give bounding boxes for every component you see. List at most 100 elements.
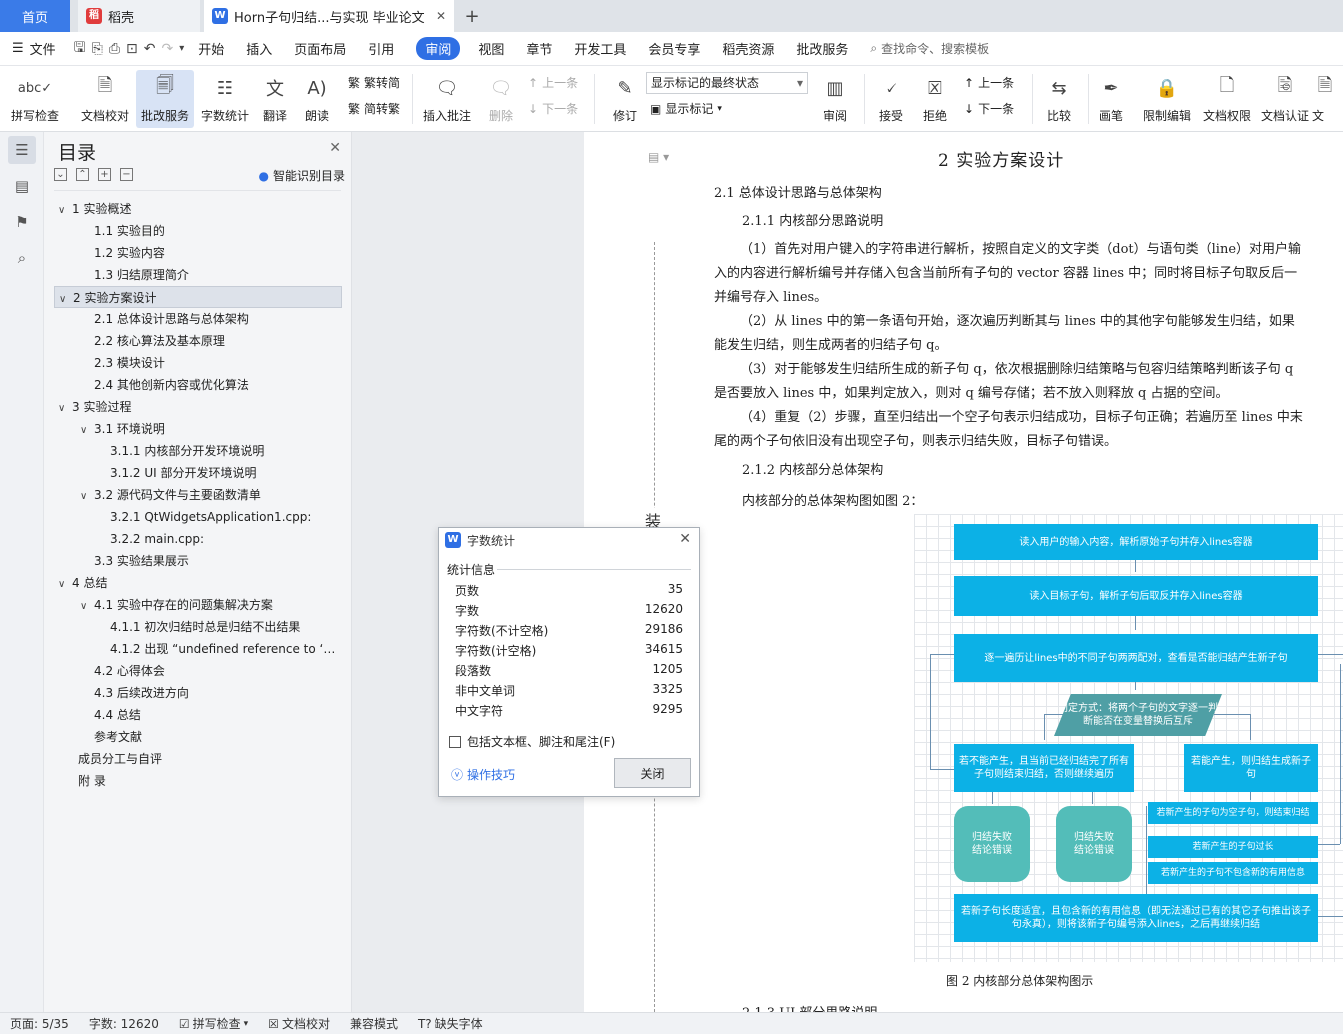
tab-developer[interactable]: 开发工具 <box>574 37 626 60</box>
tab-daoke[interactable]: 稻 稻壳 <box>78 0 200 32</box>
review-service-button[interactable]: 🗐 批改服务 <box>136 70 194 128</box>
toc-item[interactable]: 3.1.1 内核部分开发环境说明 <box>54 440 342 462</box>
tab-document[interactable]: W Horn子句归结...与实现 毕业论文 ✕ <box>204 0 454 32</box>
close-icon[interactable]: ✕ <box>329 140 341 156</box>
new-tab-button[interactable]: + <box>460 0 484 32</box>
toc-item[interactable]: ∨ 4 总结 <box>54 572 342 594</box>
doc-check-button[interactable]: 🗎 文档校对 <box>76 70 134 128</box>
chevron-down-icon[interactable]: ▾ <box>179 43 184 54</box>
missing-font-status[interactable]: T? 缺失字体 <box>418 1015 483 1032</box>
toc-item[interactable]: 4.1.2 出现 “undefined reference to ‘vt... <box>54 638 342 660</box>
prev-change-button[interactable]: ↑ 上一条 <box>964 74 1014 91</box>
toc-item[interactable]: ∨ 3.1 环境说明 <box>54 418 342 440</box>
next-comment-button[interactable]: ↓ 下一条 <box>528 100 578 117</box>
show-markup-button[interactable]: ▣ 显示标记 ▾ <box>650 100 722 117</box>
insert-comment-button[interactable]: 🗨 插入批注 <box>418 70 476 128</box>
flowchart-figure[interactable]: 读入用户的输入内容，解析原始子句并存入lines容器 读入目标子句，解析子句后取… <box>914 514 1343 962</box>
pen-button[interactable]: ✒ 画笔 <box>1082 70 1140 128</box>
toc-item[interactable]: 3.3 实验结果展示 <box>54 550 342 572</box>
toc-item[interactable]: 4.2 心得体会 <box>54 660 342 682</box>
toc-icon[interactable]: ☰ <box>8 136 36 164</box>
toc-item[interactable]: ∨ 2 实验方案设计 <box>54 286 342 308</box>
chevron-down-icon[interactable]: ∨ <box>58 200 72 220</box>
tab-layout[interactable]: 页面布局 <box>294 37 346 60</box>
toc-item[interactable]: 1.3 归结原理简介 <box>54 264 342 286</box>
toc-item[interactable]: 2.2 核心算法及基本原理 <box>54 330 342 352</box>
prev-comment-button[interactable]: ↑ 上一条 <box>528 74 578 91</box>
tab-start[interactable]: 开始 <box>198 37 224 60</box>
toc-item[interactable]: ∨ 4.1 实验中存在的问题集解决方案 <box>54 594 342 616</box>
tab-member[interactable]: 会员专享 <box>648 37 700 60</box>
chevron-down-icon[interactable]: ∨ <box>80 596 94 616</box>
read-aloud-button[interactable]: A) 朗读 <box>288 70 346 128</box>
toc-item[interactable]: ∨ 3 实验过程 <box>54 396 342 418</box>
toc-item[interactable]: 4.4 总结 <box>54 704 342 726</box>
redo-icon[interactable]: ↷ <box>161 41 173 57</box>
compare-button[interactable]: ⇆ 比较 <box>1030 70 1088 128</box>
preview-icon[interactable]: ⊡ <box>126 41 138 57</box>
tab-references[interactable]: 引用 <box>368 37 394 60</box>
spellcheck-status[interactable]: ☑ 拼写检查 ▾ <box>179 1015 248 1032</box>
toc-item[interactable]: 1.1 实验目的 <box>54 220 342 242</box>
toc-item[interactable]: 3.2.2 main.cpp: <box>54 528 342 550</box>
review-pane-button[interactable]: ▥ 审阅 <box>806 70 864 128</box>
bookmark-icon[interactable]: ⚑ <box>8 208 36 236</box>
toc-item[interactable]: ∨ 1 实验概述 <box>54 198 342 220</box>
doc-cert-button[interactable]: 🗟 文档认证 <box>1256 70 1314 128</box>
toc-item[interactable]: 附 录 <box>54 770 342 792</box>
to-traditional-button[interactable]: 繁繁转简 <box>348 74 400 91</box>
close-icon[interactable]: ✕ <box>436 9 446 23</box>
print-icon[interactable]: ⎙ <box>109 41 120 57</box>
tab-insert[interactable]: 插入 <box>246 37 272 60</box>
toc-item[interactable]: 2.3 模块设计 <box>54 352 342 374</box>
toc-item[interactable]: 参考文献 <box>54 726 342 748</box>
toc-item[interactable]: 3.2.1 QtWidgetsApplication1.cpp: <box>54 506 342 528</box>
close-icon[interactable]: ✕ <box>679 531 691 547</box>
export-icon[interactable]: ⎘ <box>92 41 103 57</box>
spellcheck-button[interactable]: abc✓ 拼写检查 <box>6 70 64 128</box>
next-change-button[interactable]: ↓ 下一条 <box>964 100 1014 117</box>
tab-review-service[interactable]: 批改服务 <box>796 37 848 60</box>
file-menu[interactable]: ☰ 文件 <box>12 39 56 58</box>
compat-mode[interactable]: 兼容模式 <box>350 1015 398 1032</box>
command-search[interactable]: ⌕ 查找命令、搜索模板 <box>870 40 989 57</box>
expand-icon[interactable]: ⌃ <box>76 168 89 181</box>
toc-item[interactable]: 4.3 后续改进方向 <box>54 682 342 704</box>
collapse-icon[interactable]: ⌄ <box>54 168 67 181</box>
to-simplified-button[interactable]: 繁简转繁 <box>348 100 400 117</box>
dialog-titlebar[interactable]: W 字数统计 <box>439 528 699 552</box>
more-ribbon-button[interactable]: 🗎 文 <box>1312 70 1343 128</box>
markup-state-select[interactable]: 显示标记的最终状态 <box>646 72 808 94</box>
chevron-down-icon[interactable]: ∨ <box>80 420 94 440</box>
chapter-icon[interactable]: ▤ <box>8 172 36 200</box>
delete-comment-button[interactable]: 🗨 删除 <box>472 70 530 128</box>
toc-item[interactable]: ∨ 3.2 源代码文件与主要函数清单 <box>54 484 342 506</box>
undo-icon[interactable]: ↶ <box>144 41 156 57</box>
reject-button[interactable]: 🗵 拒绝 <box>906 70 964 128</box>
restrict-edit-button[interactable]: 🔒 限制编辑 <box>1138 70 1196 128</box>
tab-chapter[interactable]: 章节 <box>526 37 552 60</box>
toc-item[interactable]: 2.1 总体设计思路与总体架构 <box>54 308 342 330</box>
tab-review[interactable]: 审阅 <box>416 37 461 60</box>
word-count-indicator[interactable]: 字数: 12620 <box>89 1015 159 1032</box>
include-textbox-checkbox[interactable]: 包括文本框、脚注和尾注(F) <box>449 733 615 750</box>
tips-link[interactable]: ⓥ 操作技巧 <box>451 766 515 783</box>
close-button[interactable]: 关闭 <box>614 758 691 788</box>
save-icon[interactable]: 🖫 <box>74 37 86 61</box>
chevron-down-icon[interactable]: ∨ <box>80 486 94 506</box>
toc-item[interactable]: 2.4 其他创新内容或优化算法 <box>54 374 342 396</box>
smart-toc-button[interactable]: ● 智能识别目录 <box>259 167 346 184</box>
toc-item[interactable]: 1.2 实验内容 <box>54 242 342 264</box>
doc-permission-button[interactable]: 🗋 文档权限 <box>1198 70 1256 128</box>
tab-home[interactable]: 首页 <box>0 0 70 32</box>
toc-item[interactable]: 4.1.1 初次归结时总是归结不出结果 <box>54 616 342 638</box>
document-menu-icon[interactable]: ▤ ▾ <box>648 150 669 164</box>
search-icon[interactable]: ⌕ <box>8 244 36 272</box>
chevron-down-icon[interactable]: ∨ <box>58 398 72 418</box>
chevron-down-icon[interactable]: ∨ <box>59 289 73 307</box>
checkbox-box[interactable] <box>449 735 461 748</box>
toc-item[interactable]: 3.1.2 UI 部分开发环境说明 <box>54 462 342 484</box>
chevron-down-icon[interactable]: ∨ <box>58 574 72 594</box>
page-indicator[interactable]: 页面: 5/35 <box>10 1015 69 1032</box>
toc-item[interactable]: 成员分工与自评 <box>54 748 342 770</box>
